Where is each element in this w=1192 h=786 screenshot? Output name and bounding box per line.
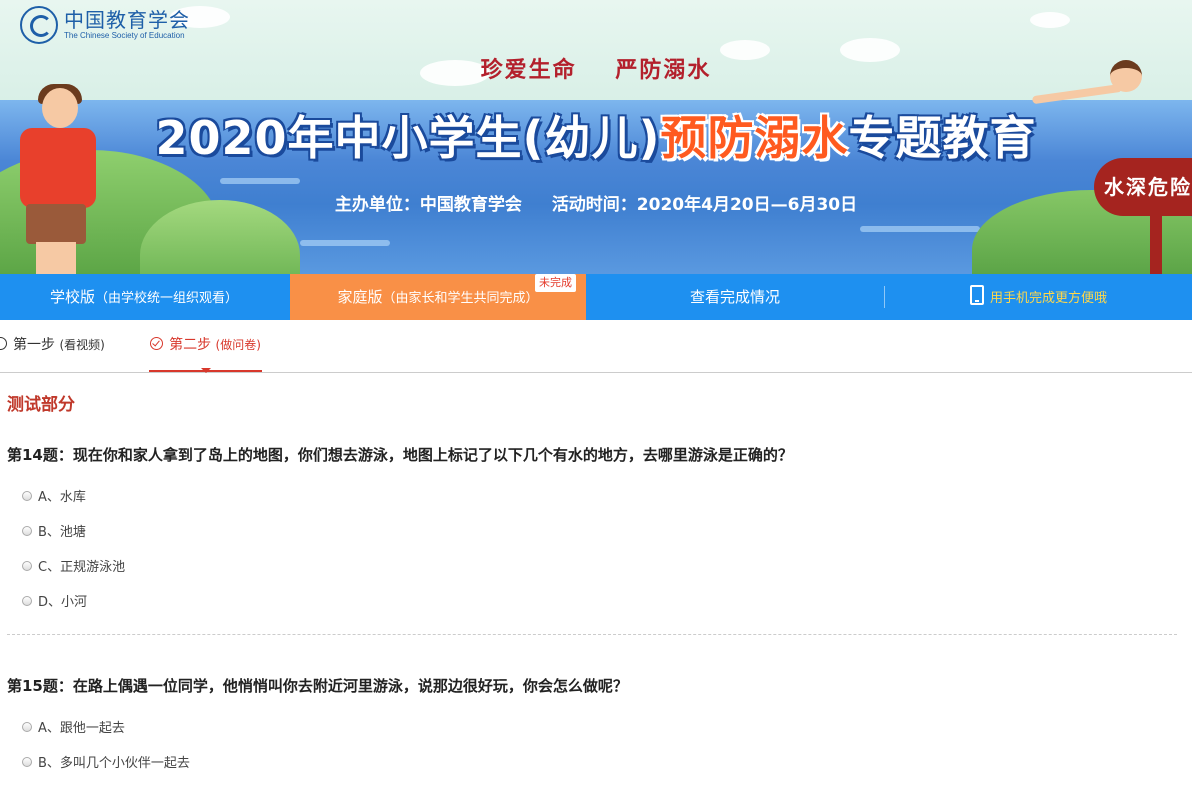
circle-icon xyxy=(0,337,7,350)
option-15-a[interactable]: A、跟他一起去 xyxy=(22,717,125,736)
tab-step1[interactable]: 第一步 (看视频) xyxy=(0,320,105,372)
slogan-1: 珍爱生命 xyxy=(480,58,577,83)
title-highlight: 预防溺水 xyxy=(660,111,849,165)
option-label: C、正规游泳池 xyxy=(38,560,126,575)
main-title: 2020年中小学生(幼儿)预防溺水专题教育 xyxy=(0,102,1192,168)
slogan-2: 严防溺水 xyxy=(615,58,712,83)
check-circle-icon xyxy=(150,337,164,350)
title-part2: 专题教育 xyxy=(848,111,1037,165)
radio-button[interactable] xyxy=(22,756,32,767)
step2-note: (做问卷) xyxy=(215,338,261,352)
nav-family-version[interactable]: 家庭版（由家长和学生共同完成） 未完成 xyxy=(290,274,586,320)
nav-view-progress[interactable]: 查看完成情况 xyxy=(586,274,884,320)
nav-family-label: 家庭版 xyxy=(337,288,383,306)
step1-note: (看视频) xyxy=(59,338,105,352)
step1-label: 第一步 xyxy=(13,337,55,353)
subtitle: 主办单位：中国教育学会 活动时间：2020年4月20日—6月30日 xyxy=(0,190,1192,215)
step-tabs: 第一步 (看视频) 第二步 (做问卷) xyxy=(0,320,1192,373)
option-label: D、小河 xyxy=(38,595,88,610)
option-14-c[interactable]: C、正规游泳池 xyxy=(22,556,125,575)
logo-en: The Chinese Society of Education xyxy=(64,31,185,40)
organizer: 主办单位：中国教育学会 xyxy=(334,195,522,215)
period: 活动时间：2020年4月20日—6月30日 xyxy=(551,195,858,215)
radio-button[interactable] xyxy=(22,525,32,536)
logo-cn: 中国教育学会 xyxy=(64,8,190,32)
banner: 水深危险 中国教育学会 The Chinese Society of Educa… xyxy=(0,0,1192,274)
nav-school-note: （由学校统一组织观看） xyxy=(95,291,239,306)
nav-school-label: 学校版 xyxy=(49,288,95,306)
slogan: 珍爱生命 严防溺水 xyxy=(0,52,1192,84)
radio-button[interactable] xyxy=(22,595,32,606)
tab-step2[interactable]: 第二步 (做问卷) xyxy=(149,320,262,373)
sign-post xyxy=(1150,210,1162,274)
question-14: 第14题：现在你和家人拿到了岛上的地图，你们想去游泳，地图上标记了以下几个有水的… xyxy=(7,446,793,464)
title-part1: 2020年中小学生(幼儿) xyxy=(155,111,661,165)
wave xyxy=(300,240,390,246)
option-label: B、多叫几个小伙伴一起去 xyxy=(38,756,190,771)
option-label: A、跟他一起去 xyxy=(38,721,125,736)
status-badge: 未完成 xyxy=(535,274,576,292)
question-divider xyxy=(7,634,1177,635)
step2-label: 第二步 xyxy=(169,337,212,353)
radio-button[interactable] xyxy=(22,490,32,501)
section-title: 测试部分 xyxy=(7,395,75,415)
nav-progress-label: 查看完成情况 xyxy=(689,288,780,306)
logo-icon xyxy=(20,6,58,44)
radio-button[interactable] xyxy=(22,721,32,732)
option-label: A、水库 xyxy=(38,490,86,505)
question-15: 第15题：在路上偶遇一位同学，他悄悄叫你去附近河里游泳，说那边很好玩，你会怎么做… xyxy=(7,677,628,695)
nav-mobile[interactable]: 用手机完成更方便哦 xyxy=(885,274,1192,320)
logo[interactable]: 中国教育学会 The Chinese Society of Education xyxy=(20,6,190,44)
wave xyxy=(860,226,980,232)
nav-school-version[interactable]: 学校版（由学校统一组织观看） xyxy=(0,274,288,320)
option-14-b[interactable]: B、池塘 xyxy=(22,521,86,540)
option-14-a[interactable]: A、水库 xyxy=(22,486,86,505)
phone-icon xyxy=(969,285,984,305)
option-14-d[interactable]: D、小河 xyxy=(22,591,87,610)
nav-mobile-label: 用手机完成更方便哦 xyxy=(989,291,1107,306)
option-15-b[interactable]: B、多叫几个小伙伴一起去 xyxy=(22,752,190,771)
cloud xyxy=(1030,12,1070,28)
radio-button[interactable] xyxy=(22,560,32,571)
wave xyxy=(220,178,300,184)
option-label: B、池塘 xyxy=(38,525,86,540)
version-nav: 学校版（由学校统一组织观看） 家庭版（由家长和学生共同完成） 未完成 查看完成情… xyxy=(0,274,1192,320)
nav-family-note: （由家长和学生共同完成） xyxy=(382,291,539,306)
